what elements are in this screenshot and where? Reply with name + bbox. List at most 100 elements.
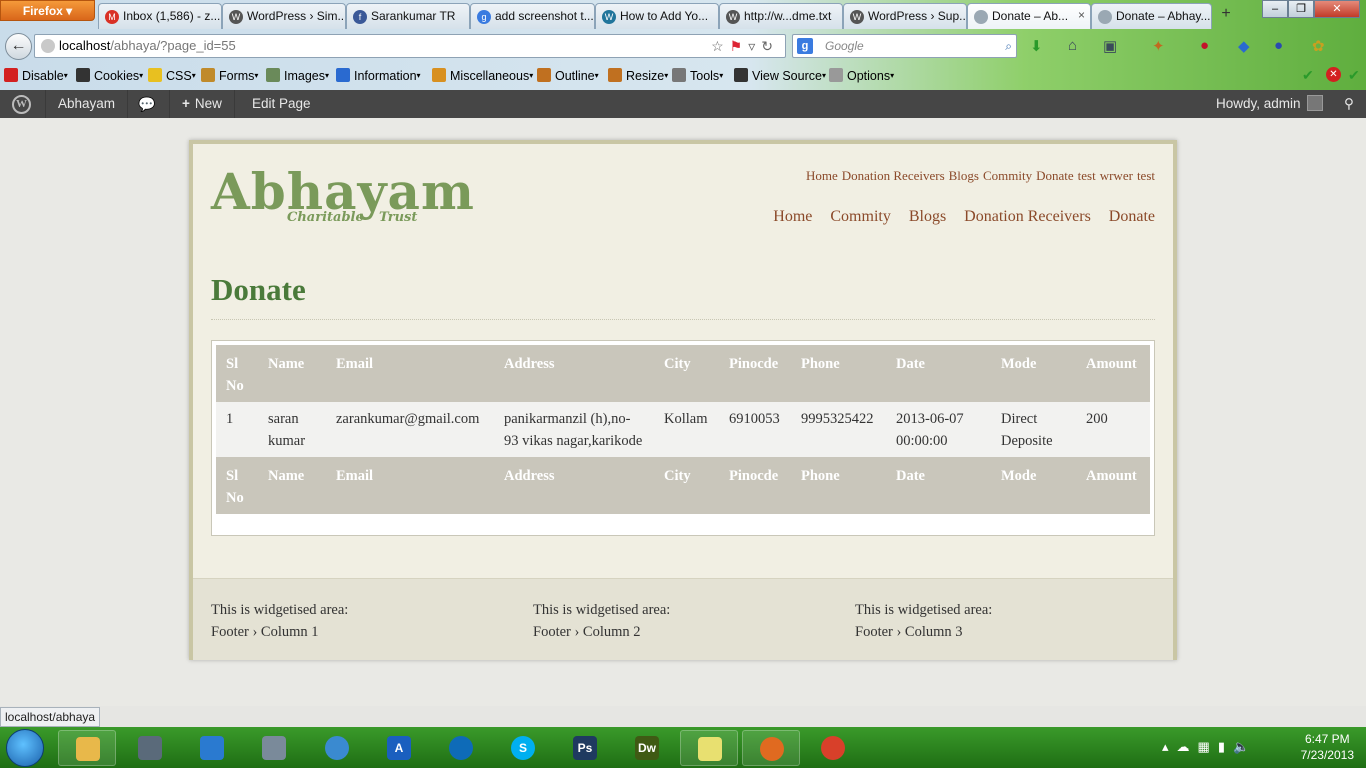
search-input[interactable]: g Google ⌕ (792, 34, 1017, 58)
firefox-menu-button[interactable]: Firefox ▾ (0, 0, 95, 21)
taskbar-network-button[interactable] (121, 730, 179, 766)
taskbar-firefox-button[interactable] (742, 730, 800, 766)
minimize-button[interactable]: ‒ (1262, 0, 1288, 18)
plus-icon: + (182, 96, 190, 111)
validate-icon[interactable]: ✔ (1348, 67, 1360, 84)
top-menu-item[interactable]: Blogs (949, 168, 979, 183)
wp-menu[interactable]: W (0, 90, 46, 118)
browser-tab[interactable]: g add screenshot t... (470, 3, 595, 29)
browser-tab[interactable]: M Inbox (1,586) - z... (98, 3, 222, 29)
toolbar-menu-images[interactable]: Images▾ (266, 68, 329, 83)
taskbar-tool-button[interactable] (183, 730, 241, 766)
browser-tab[interactable]: Whttp://w...dme.txt (719, 3, 843, 29)
taskbar-notes-button[interactable] (680, 730, 738, 766)
footer-col2-line1: This is widgetised area: (533, 602, 671, 618)
back-button[interactable]: ← (5, 33, 32, 60)
top-menu-item[interactable]: Donate (1036, 168, 1074, 183)
browser-tab[interactable]: W WordPress › Sim... (222, 3, 346, 29)
table-header-cell: Mode (991, 345, 1076, 402)
reload-icon[interactable]: ↻ (761, 38, 779, 54)
comments-link[interactable]: 💬 (126, 90, 170, 118)
site-name-link[interactable]: Abhayam (46, 90, 129, 118)
main-menu-item[interactable]: Commity (830, 208, 890, 225)
account-menu[interactable]: Howdy, admin (1216, 90, 1323, 118)
edit-page-link[interactable]: Edit Page (240, 90, 323, 118)
skype-icon: S (511, 736, 535, 760)
cloud-icon[interactable]: ☁ (1177, 739, 1198, 754)
toolbar-menu-forms[interactable]: Forms▾ (201, 68, 258, 83)
toolbar-menu-outline[interactable]: Outline▾ (537, 68, 599, 83)
taskbar-explorer-button[interactable] (58, 730, 116, 766)
caret-down-icon: ▾ (416, 71, 421, 80)
browser-tab[interactable]: Donate – Abhay... (1091, 3, 1212, 29)
toolbar-menu-cookies[interactable]: Cookies▾ (76, 68, 143, 83)
tab-label: http://w...dme.txt (744, 9, 832, 23)
top-menu-item[interactable]: test (1137, 168, 1155, 183)
error-icon[interactable]: ✕ (1326, 67, 1341, 82)
toolbar-menu-resize[interactable]: Resize▾ (608, 68, 668, 83)
toolbar-menu-tools[interactable]: Tools▾ (672, 68, 723, 83)
flag-icon[interactable]: ⚑ (730, 38, 749, 54)
main-menu-item[interactable]: Donate (1109, 208, 1155, 225)
start-button[interactable] (6, 729, 44, 767)
browser-tab[interactable]: W WordPress › Sup... (843, 3, 967, 29)
main-menu-item[interactable]: Home (773, 208, 812, 225)
table-footer-cell: Name (258, 457, 326, 514)
addon-icon[interactable]: ✦ (1152, 37, 1165, 55)
clock[interactable]: 6:47 PM 7/23/2013 (1301, 731, 1354, 763)
pinterest-icon[interactable]: ● (1200, 37, 1209, 54)
shield-icon[interactable]: ◆ (1238, 37, 1250, 55)
taskbar-app-button[interactable]: A (370, 730, 428, 766)
main-menu-item[interactable]: Blogs (909, 208, 946, 225)
check-icon[interactable]: ✔ (1302, 67, 1314, 84)
home-icon[interactable]: ⌂ (1068, 37, 1077, 54)
extension-icon-2[interactable]: ✿ (1312, 37, 1325, 55)
taskbar-photoshop-button[interactable]: Ps (556, 730, 614, 766)
top-menu-item[interactable]: test (1078, 168, 1096, 183)
browser-tab[interactable]: W How to Add Yo... (595, 3, 719, 29)
taskbar-chrome-button[interactable] (804, 730, 862, 766)
toolbar-menu-miscellaneous[interactable]: Miscellaneous▾ (432, 68, 533, 83)
table-cell: panikarmanzil (h),no-93 vikas nagar,kari… (494, 402, 654, 457)
toolbar-menu-view-source[interactable]: View Source▾ (734, 68, 826, 83)
browser-tab[interactable]: Donate – Ab... × (967, 3, 1091, 29)
search-placeholder: Google (825, 39, 864, 53)
google-icon[interactable]: g (797, 38, 813, 54)
download-icon[interactable]: ⬇ (1030, 37, 1043, 55)
top-menu-item[interactable]: Home (806, 168, 838, 183)
top-menu-item[interactable]: Donation Receivers (842, 168, 945, 183)
bookmark-star-icon[interactable]: ☆ (711, 38, 730, 54)
taskbar-calculator-button[interactable] (245, 730, 303, 766)
toolbar-menu-information[interactable]: Information▾ (336, 68, 421, 83)
top-menu-item[interactable]: wrwer (1100, 168, 1133, 183)
close-window-button[interactable]: ✕ (1314, 0, 1360, 18)
taskbar-safari-button[interactable] (308, 730, 366, 766)
network-tray-icon[interactable]: ▦ (1198, 739, 1218, 754)
table-footer-cell: Email (326, 457, 494, 514)
main-menu-item[interactable]: Donation Receivers (964, 208, 1091, 225)
top-menu-item[interactable]: Commity (983, 168, 1032, 183)
url-bar[interactable]: localhost/abhaya/?page_id=55 ☆⚑▿↻ (34, 34, 786, 58)
new-tab-button[interactable]: + (1214, 5, 1238, 27)
show-hidden-icon[interactable]: ▴ (1162, 739, 1177, 754)
dropdown-icon[interactable]: ▿ (748, 38, 761, 54)
taskbar-dreamweaver-button[interactable]: Dw (618, 730, 676, 766)
toolbar-menu-options[interactable]: Options▾ (829, 68, 894, 83)
close-tab-icon[interactable]: × (1078, 8, 1085, 22)
browser-tab[interactable]: f Sarankumar TR (346, 3, 470, 29)
power-icon[interactable]: ▮ (1218, 739, 1233, 754)
maximize-button[interactable]: ❐ (1288, 0, 1314, 18)
toolbar-menu-css[interactable]: CSS▾ (148, 68, 196, 83)
calculator-icon (262, 736, 286, 760)
search-icon[interactable]: ⌕ (1005, 35, 1012, 57)
miscellaneous-icon (432, 68, 446, 82)
taskbar-skype-button[interactable]: S (494, 730, 552, 766)
new-content-link[interactable]: + New (170, 90, 235, 118)
toolbar-menu-disable[interactable]: Disable▾ (4, 68, 68, 83)
taskbar-teamviewer-button[interactable] (432, 730, 490, 766)
admin-search-icon[interactable]: ⚲ (1344, 90, 1354, 118)
extension-icon[interactable]: ● (1274, 37, 1283, 54)
table-header-cell: Sl No (216, 345, 258, 402)
bookmarks-icon[interactable]: ▣ (1103, 37, 1117, 55)
volume-icon[interactable]: 🔈 (1233, 739, 1257, 754)
